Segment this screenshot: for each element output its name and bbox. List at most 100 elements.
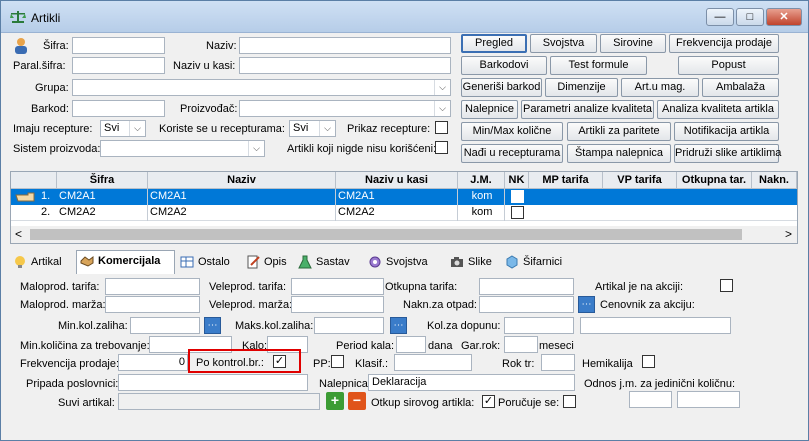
lookup-icon[interactable]: ⋯ bbox=[204, 317, 221, 334]
cell-naziv[interactable]: CM2A1 bbox=[148, 189, 336, 205]
parametri-analize-button[interactable]: Parametri analize kvaliteta bbox=[521, 100, 654, 119]
ambalaza-button[interactable]: Ambalaža bbox=[702, 78, 779, 97]
paral-sifra-input[interactable] bbox=[72, 57, 165, 74]
nigde-checkbox[interactable] bbox=[435, 141, 448, 154]
naziv-u-kasi-input[interactable] bbox=[239, 57, 451, 74]
column-header[interactable]: J.M. bbox=[458, 172, 505, 189]
frekvencija-input[interactable]: 0 bbox=[118, 354, 188, 371]
popust-button[interactable]: Popust bbox=[678, 56, 779, 75]
dimenzije-button[interactable]: Dimenzije bbox=[545, 78, 618, 97]
suvi-input[interactable] bbox=[118, 393, 320, 410]
column-header[interactable]: MP tarifa bbox=[529, 172, 603, 189]
tab-svojstva[interactable]: Svojstva bbox=[365, 252, 441, 274]
barkodovi-button[interactable]: Barkodovi bbox=[461, 56, 547, 75]
otkup-sirovog-checkbox[interactable]: ✓ bbox=[482, 395, 495, 408]
chevron-down-icon[interactable]: ⌵ bbox=[434, 101, 450, 116]
odnos-kolicina-input[interactable] bbox=[677, 391, 740, 408]
artikal-akcija-checkbox[interactable] bbox=[720, 279, 733, 292]
veleprod-tarifa-input[interactable] bbox=[291, 278, 384, 295]
nalepnice-button[interactable]: Nalepnice bbox=[461, 100, 518, 119]
sifra-input[interactable] bbox=[72, 37, 165, 54]
nadji-u-recepturama-button[interactable]: Nađi u recepturama bbox=[461, 144, 563, 163]
maloprod-marza-input[interactable] bbox=[105, 296, 200, 313]
minimize-button[interactable]: — bbox=[706, 8, 734, 26]
stampa-nalepnica-button[interactable]: Štampa nalepnica bbox=[567, 144, 671, 163]
kol-dopunu-input[interactable] bbox=[504, 317, 574, 334]
column-header[interactable]: Naziv bbox=[148, 172, 336, 189]
barkod-input[interactable] bbox=[72, 100, 165, 117]
sistem-select[interactable]: ⌵ bbox=[100, 140, 265, 157]
veleprod-marza-input[interactable] bbox=[291, 296, 384, 313]
otkupna-tarifa-input[interactable] bbox=[479, 278, 574, 295]
min-max-button[interactable]: Min/Max količne bbox=[461, 122, 563, 141]
chevron-down-icon[interactable]: ⌵ bbox=[248, 141, 264, 156]
table-row[interactable]: 2. CM2A2 CM2A2 CM2A2 kom bbox=[11, 205, 797, 221]
cell-jm[interactable]: kom bbox=[458, 189, 505, 205]
column-header[interactable]: Nakn. bbox=[752, 172, 797, 189]
cenovnik-akcija-input[interactable] bbox=[580, 317, 731, 334]
cell-sifra[interactable]: CM2A2 bbox=[57, 205, 148, 221]
table-row[interactable]: 1. CM2A1 CM2A1 CM2A1 kom bbox=[11, 189, 797, 205]
min-zaliha-input[interactable] bbox=[130, 317, 200, 334]
add-button[interactable]: + bbox=[326, 392, 344, 410]
tab-komercijala[interactable]: Komercijala bbox=[76, 250, 175, 274]
proizvodjac-select[interactable]: ⌵ bbox=[239, 100, 451, 117]
column-header[interactable]: VP tarifa bbox=[603, 172, 677, 189]
klasif-input[interactable] bbox=[394, 354, 472, 371]
chevron-down-icon[interactable]: ⌵ bbox=[434, 80, 450, 95]
chevron-down-icon[interactable]: ⌵ bbox=[319, 121, 335, 136]
artikli-za-paritete-button[interactable]: Artikli za paritete bbox=[567, 122, 671, 141]
scrollbar-thumb[interactable] bbox=[30, 229, 742, 240]
test-formule-button[interactable]: Test formule bbox=[550, 56, 647, 75]
remove-button[interactable]: − bbox=[348, 392, 366, 410]
lookup-icon[interactable]: ⋯ bbox=[578, 296, 595, 313]
cell-naziv-u-kasi[interactable]: CM2A2 bbox=[336, 205, 458, 221]
column-header[interactable]: NK bbox=[505, 172, 529, 189]
pregled-button[interactable]: Pregled bbox=[461, 34, 527, 53]
tab-artikal[interactable]: Artikal bbox=[10, 252, 76, 274]
close-button[interactable]: ✕ bbox=[766, 8, 802, 26]
rok-tr-input[interactable] bbox=[541, 354, 575, 371]
scroll-right-icon[interactable]: > bbox=[785, 227, 792, 241]
user-search-icon[interactable] bbox=[13, 37, 29, 55]
sirovine-button[interactable]: Sirovine bbox=[600, 34, 666, 53]
notifikacija-artikla-button[interactable]: Notifikacija artikla bbox=[674, 122, 779, 141]
nakn-otpad-input[interactable] bbox=[479, 296, 574, 313]
lookup-icon[interactable]: ⋯ bbox=[390, 317, 407, 334]
pripada-input[interactable] bbox=[118, 374, 308, 391]
grupa-select[interactable]: ⌵ bbox=[72, 79, 451, 96]
cell-jm[interactable]: kom bbox=[458, 205, 505, 221]
cell-naziv[interactable]: CM2A2 bbox=[148, 205, 336, 221]
period-kala-input[interactable] bbox=[396, 336, 426, 353]
pp-checkbox[interactable] bbox=[331, 355, 344, 368]
column-header[interactable]: Šifra bbox=[57, 172, 148, 189]
pridruzi-slike-button[interactable]: Pridruži slike artiklima bbox=[674, 144, 781, 163]
svojstva-button[interactable]: Svojstva bbox=[530, 34, 597, 53]
maks-zaliha-input[interactable] bbox=[314, 317, 384, 334]
scroll-left-icon[interactable]: < bbox=[15, 227, 22, 241]
tab-sastav[interactable]: Sastav bbox=[295, 252, 359, 274]
horizontal-scrollbar[interactable]: < > bbox=[11, 226, 797, 243]
frekvencija-prodaje-button[interactable]: Frekvencija prodaje bbox=[669, 34, 779, 53]
imaju-recepture-select[interactable]: Svi ⌵ bbox=[100, 120, 146, 137]
nk-checkbox[interactable] bbox=[511, 206, 524, 219]
nk-checkbox[interactable] bbox=[511, 190, 524, 203]
hemikalija-checkbox[interactable] bbox=[642, 355, 655, 368]
tab-opis[interactable]: Opis bbox=[243, 252, 293, 274]
naziv-input[interactable] bbox=[239, 37, 451, 54]
koriste-select[interactable]: Svi ⌵ bbox=[289, 120, 336, 137]
odnos-jm-input[interactable] bbox=[629, 391, 672, 408]
chevron-down-icon[interactable]: ⌵ bbox=[129, 121, 145, 136]
generisi-barkod-button[interactable]: Generiši barkod bbox=[461, 78, 542, 97]
cell-sifra[interactable]: CM2A1 bbox=[57, 189, 148, 205]
nalepnica-input[interactable]: Deklaracija bbox=[368, 374, 575, 391]
poruce-se-checkbox[interactable] bbox=[563, 395, 576, 408]
analiza-kvaliteta-button[interactable]: Analiza kvaliteta artikla bbox=[657, 100, 779, 119]
tab-sifarnici[interactable]: Šifarnici bbox=[502, 252, 576, 274]
tab-ostalo[interactable]: Ostalo bbox=[177, 252, 241, 274]
po-kontrol-checkbox[interactable]: ✓ bbox=[273, 355, 286, 368]
maximize-button[interactable]: □ bbox=[736, 8, 764, 26]
maloprod-tarifa-input[interactable] bbox=[105, 278, 200, 295]
gar-rok-input[interactable] bbox=[504, 336, 538, 353]
column-header[interactable]: Otkupna tar. bbox=[677, 172, 752, 189]
